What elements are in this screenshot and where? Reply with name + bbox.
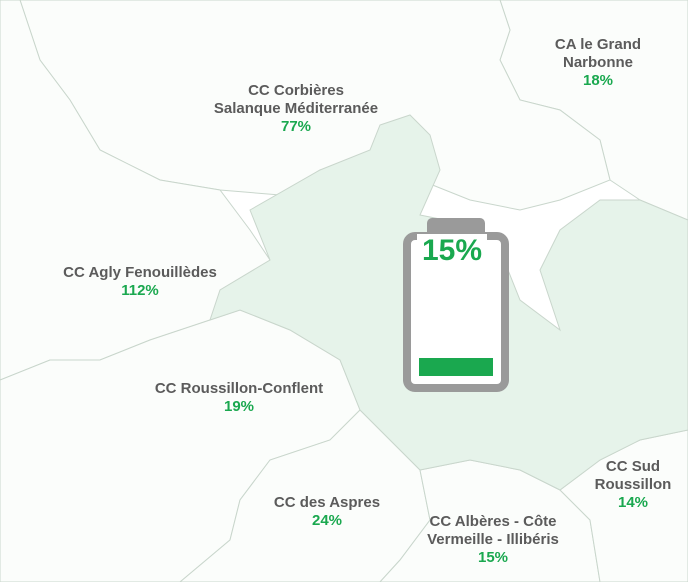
region-value: 77% — [280, 118, 312, 135]
battery-fill-track — [419, 256, 493, 376]
label-alberes: CC Albères - Côte Vermeille - Illibéris … — [427, 513, 559, 567]
region-name: CC Roussillon-Conflent — [154, 380, 324, 397]
region-value: 18% — [582, 72, 614, 89]
region-name: CC Albères - Côte — [429, 513, 557, 530]
region-name: CA le Grand — [554, 36, 642, 53]
battery-fill — [419, 358, 493, 376]
label-sud: CC Sud Roussillon 14% — [595, 458, 672, 512]
region-name: Narbonne — [562, 54, 634, 71]
region-value: 19% — [223, 398, 255, 415]
label-narbonne: CA le Grand Narbonne 18% — [555, 36, 641, 90]
label-agly: CC Agly Fenouillèdes 112% — [63, 264, 217, 300]
region-name: Vermeille - Illibéris — [427, 531, 559, 548]
map: CC Corbières Salanque Méditerranée 77% C… — [0, 0, 688, 582]
region-name: CC Sud — [605, 458, 661, 475]
battery-icon: 15% — [397, 214, 509, 392]
region-name: Roussillon — [594, 476, 672, 493]
label-conflent: CC Roussillon-Conflent 19% — [155, 380, 323, 416]
battery-value: 15% — [417, 234, 487, 268]
region-value: 15% — [477, 549, 509, 566]
region-name: Salanque Méditerranée — [213, 100, 379, 117]
battery-cap — [427, 218, 485, 232]
region-name: CC Corbières — [248, 82, 344, 99]
region-name: CC Agly Fenouillèdes — [63, 264, 217, 281]
region-value: 112% — [121, 282, 159, 299]
region-name: CC des Aspres — [273, 494, 381, 511]
label-corbieres: CC Corbières Salanque Méditerranée 77% — [214, 82, 378, 136]
region-value: 24% — [311, 512, 343, 529]
label-aspres: CC des Aspres 24% — [274, 494, 380, 530]
region-value: 14% — [617, 494, 649, 511]
